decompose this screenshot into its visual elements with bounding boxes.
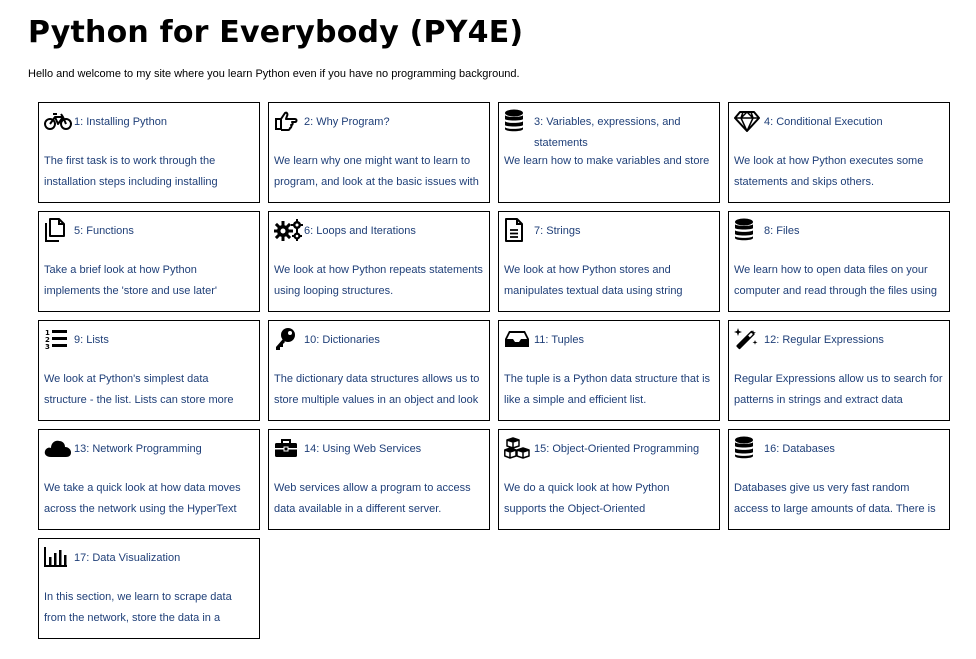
page-title: Python for Everybody (PY4E) (28, 15, 524, 50)
lesson-title-link[interactable]: 7: Strings (534, 221, 715, 242)
lesson-title-link[interactable]: 13: Network Programming (74, 439, 255, 460)
lesson-grid: 1: Installing Python The first task is to… (38, 102, 950, 639)
lesson-card[interactable]: 13: Network Programming We take a quick l… (38, 429, 260, 530)
lesson-title-link[interactable]: 8: Files (764, 221, 945, 242)
file-text-icon (504, 218, 534, 242)
diamond-icon (734, 109, 764, 133)
lesson-title-link[interactable]: 4: Conditional Execution (764, 112, 945, 133)
lesson-card[interactable]: 5: Functions Take a brief look at how Pyt… (38, 211, 260, 312)
lesson-card[interactable]: 6: Loops and Iterations We look at how Py… (268, 211, 490, 312)
lesson-card[interactable]: 8: Files We learn how to open data files … (728, 211, 950, 312)
lesson-card-header: 16: Databases (734, 436, 945, 478)
lesson-title-link[interactable]: 6: Loops and Iterations (304, 221, 485, 242)
lesson-description: We look at Python's simplest data struct… (44, 373, 234, 406)
lesson-description: We look at how Python stores and manipul… (504, 264, 683, 297)
hand-pointing-icon (274, 109, 304, 133)
lesson-title-link[interactable]: 16: Databases (764, 439, 945, 460)
gears-icon (274, 218, 304, 242)
lesson-description: We do a quick look at how Python support… (504, 482, 670, 515)
lesson-description: The dictionary data structures allows us… (274, 373, 480, 406)
lesson-title-link[interactable]: 5: Functions (74, 221, 255, 242)
key-icon (274, 327, 304, 351)
lesson-card[interactable]: 10: Dictionaries The dictionary data stru… (268, 320, 490, 421)
lesson-card-header: 6: Loops and Iterations (274, 218, 485, 260)
lesson-title-link[interactable]: 2: Why Program? (304, 112, 485, 133)
lesson-description: We look at how Python executes some stat… (734, 155, 924, 188)
lesson-title-link[interactable]: 14: Using Web Services (304, 439, 485, 460)
lesson-card[interactable]: 3: Variables, expressions, and statement… (498, 102, 720, 203)
lesson-title-link[interactable]: 3: Variables, expressions, and statement… (534, 112, 715, 154)
inbox-icon (504, 327, 534, 351)
lesson-description: We learn how to open data files on your … (734, 264, 938, 297)
lesson-card[interactable]: 11: Tuples The tuple is a Python data str… (498, 320, 720, 421)
lesson-card-header: 15: Object-Oriented Programming (504, 436, 715, 478)
lesson-card-header: 11: Tuples (504, 327, 715, 369)
lesson-card-header: 5: Functions (44, 218, 255, 260)
magic-wand-icon (734, 327, 764, 351)
lesson-card-header: 7: Strings (504, 218, 715, 260)
lesson-card[interactable]: 16: Databases Databases give us very fast… (728, 429, 950, 530)
lesson-description: The first task is to work through the in… (44, 155, 218, 188)
lesson-description: The tuple is a Python data structure tha… (504, 373, 711, 406)
lesson-title-link[interactable]: 10: Dictionaries (304, 330, 485, 351)
lesson-card[interactable]: 14: Using Web Services Web services allow… (268, 429, 490, 530)
lesson-description: Web services allow a program to access d… (274, 482, 471, 515)
lesson-description: We look at how Python repeats statements… (274, 264, 483, 297)
lesson-card-header: 10: Dictionaries (274, 327, 485, 369)
lesson-card[interactable]: 2: Why Program? We learn why one might wa… (268, 102, 490, 203)
lesson-description: In this section, we learn to scrape data… (44, 591, 232, 624)
lesson-description: We take a quick look at how data moves a… (44, 482, 241, 515)
lesson-card[interactable]: 7: Strings We look at how Python stores a… (498, 211, 720, 312)
lesson-description: Databases give us very fast random acces… (734, 482, 936, 515)
lesson-card[interactable]: 1: Installing Python The first task is to… (38, 102, 260, 203)
lesson-card-header: 1: Installing Python (44, 109, 255, 151)
bar-chart-icon (44, 545, 74, 569)
lesson-card-header: 14: Using Web Services (274, 436, 485, 478)
lesson-card[interactable]: 4: Conditional Execution We look at how P… (728, 102, 950, 203)
lesson-description: We learn why one might want to learn to … (274, 155, 479, 188)
cloud-icon (44, 436, 74, 460)
briefcase-icon (274, 436, 304, 460)
lesson-card[interactable]: 17: Data Visualization In this section, w… (38, 538, 260, 639)
lesson-title-link[interactable]: 17: Data Visualization (74, 548, 255, 569)
database-icon (734, 436, 764, 460)
lesson-card-header: 17: Data Visualization (44, 545, 255, 587)
bicycle-icon (44, 109, 74, 133)
intro-text: Hello and welcome to my site where you l… (28, 68, 520, 80)
lesson-title-link[interactable]: 12: Regular Expressions (764, 330, 945, 351)
lesson-card-header: 13: Network Programming (44, 436, 255, 478)
database-icon (504, 109, 534, 133)
svg-text:3: 3 (45, 343, 50, 350)
lesson-card[interactable]: 1 2 3 9: Lists We look at Python's simplest … (38, 320, 260, 421)
lesson-card-header: 12: Regular Expressions (734, 327, 945, 369)
lesson-title-link[interactable]: 9: Lists (74, 330, 255, 351)
lesson-card-header: 2: Why Program? (274, 109, 485, 151)
lesson-title-link[interactable]: 15: Object-Oriented Programming (534, 439, 715, 460)
lesson-card-header: 1 2 3 9: Lists (44, 327, 255, 369)
lesson-description: Regular Expressions allow us to search f… (734, 373, 943, 406)
numbered-list-icon: 123 (44, 327, 74, 351)
lesson-description: Take a brief look at how Python implemen… (44, 264, 217, 297)
lesson-card[interactable]: 15: Object-Oriented Programming We do a q… (498, 429, 720, 530)
lesson-card-header: 3: Variables, expressions, and statement… (504, 109, 715, 151)
lesson-description: We learn how to make variables and store (504, 155, 710, 167)
lesson-title-link[interactable]: 1: Installing Python (74, 112, 255, 133)
lesson-card-header: 4: Conditional Execution (734, 109, 945, 151)
lesson-card-header: 8: Files (734, 218, 945, 260)
lesson-card[interactable]: 12: Regular Expressions Regular Expressio… (728, 320, 950, 421)
lesson-title-link[interactable]: 11: Tuples (534, 330, 715, 351)
cubes-icon (504, 436, 534, 460)
file-icon (44, 218, 74, 242)
database-icon (734, 218, 764, 242)
